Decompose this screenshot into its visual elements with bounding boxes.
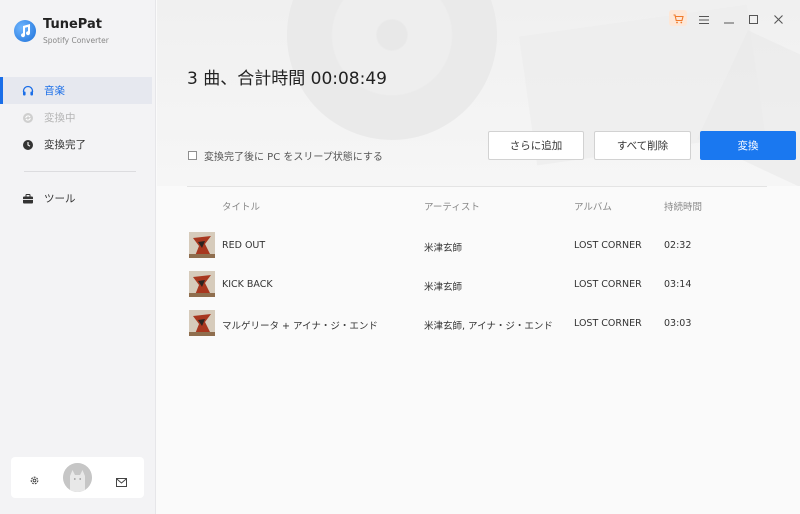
- sidebar-nav: 音楽 変換中 変換完了 ツール: [0, 77, 156, 212]
- minimize-button[interactable]: [722, 10, 736, 26]
- page-title: 3 曲、合計時間 00:08:49: [187, 69, 387, 89]
- table-row[interactable]: RED OUT 米津玄師 LOST CORNER 02:32: [157, 232, 800, 258]
- sidebar-divider: [24, 171, 136, 172]
- mail-icon[interactable]: [116, 472, 127, 491]
- sidebar-item-label: ツール: [44, 193, 76, 205]
- track-album: LOST CORNER: [574, 240, 642, 251]
- headphones-icon: [22, 85, 34, 97]
- brand: TunePat Spotify Converter: [14, 16, 144, 48]
- track-title: マルゲリータ + アイナ・ジ・エンド: [222, 321, 378, 332]
- sidebar-item-label: 音楽: [44, 85, 65, 97]
- app-subtitle: Spotify Converter: [43, 36, 109, 45]
- sleep-after-convert-option[interactable]: 変換完了後に PC をスリープ状態にする: [188, 148, 383, 163]
- column-header-title[interactable]: タイトル: [222, 199, 260, 213]
- clock-icon: [22, 139, 34, 151]
- gear-icon[interactable]: [29, 471, 40, 490]
- track-title: RED OUT: [222, 240, 266, 251]
- maximize-icon: [748, 9, 758, 28]
- table-row[interactable]: KICK BACK 米津玄師 LOST CORNER 03:14: [157, 271, 800, 297]
- sidebar-item-converting[interactable]: 変換中: [0, 104, 152, 131]
- hamburger-icon: [699, 9, 709, 28]
- add-more-button[interactable]: さらに追加: [488, 131, 584, 160]
- convert-button[interactable]: 変換: [700, 131, 796, 160]
- track-duration: 03:14: [664, 279, 692, 290]
- maximize-button[interactable]: [746, 10, 760, 26]
- track-duration: 02:32: [664, 240, 692, 251]
- sidebar-item-label: 変換中: [44, 112, 76, 124]
- track-album: LOST CORNER: [574, 318, 642, 329]
- account-panel: [11, 457, 144, 498]
- menu-button[interactable]: [697, 10, 711, 26]
- table-row[interactable]: マルゲリータ + アイナ・ジ・エンド 米津玄師, アイナ・ジ・エンド LOST …: [157, 310, 800, 336]
- track-duration: 03:03: [664, 318, 692, 329]
- cart-icon: [673, 9, 684, 28]
- sidebar: TunePat Spotify Converter 音楽 変換中 変換完了 ツー…: [0, 0, 156, 514]
- minimize-icon: [724, 9, 734, 28]
- converting-icon: [22, 112, 34, 124]
- sidebar-item-label: 変換完了: [44, 139, 86, 151]
- close-icon: [773, 9, 783, 28]
- avatar[interactable]: [63, 463, 92, 492]
- column-header-album[interactable]: アルバム: [574, 199, 612, 213]
- column-header-duration[interactable]: 持続時間: [664, 199, 702, 213]
- sleep-option-label: 変換完了後に PC をスリープ状態にする: [204, 152, 383, 163]
- track-artist: 米津玄師: [424, 282, 463, 293]
- album-art-thumbnail: [189, 310, 215, 336]
- main-panel: 3 曲、合計時間 00:08:49 変換完了後に PC をスリープ状態にする さ…: [157, 0, 800, 514]
- header-divider: [187, 186, 767, 187]
- album-art-thumbnail: [189, 271, 215, 297]
- album-art-thumbnail: [189, 232, 215, 258]
- toolbox-icon: [22, 193, 34, 205]
- track-artist: 米津玄師, アイナ・ジ・エンド: [424, 321, 553, 332]
- column-header-artist[interactable]: アーティスト: [424, 199, 480, 213]
- store-cart-button[interactable]: [669, 10, 687, 26]
- table-header: タイトル アーティスト アルバム 持続時間: [157, 199, 800, 213]
- delete-all-button[interactable]: すべて削除: [594, 131, 691, 160]
- sidebar-item-music[interactable]: 音楽: [0, 77, 152, 104]
- track-album: LOST CORNER: [574, 279, 642, 290]
- track-title: KICK BACK: [222, 279, 273, 290]
- close-button[interactable]: [771, 10, 785, 26]
- sleep-checkbox[interactable]: [188, 151, 197, 160]
- tunepat-logo-icon: [14, 20, 36, 42]
- app-name: TunePat: [43, 17, 102, 32]
- track-artist: 米津玄師: [424, 243, 463, 254]
- sidebar-item-tools[interactable]: ツール: [0, 185, 152, 212]
- sidebar-item-converted[interactable]: 変換完了: [0, 131, 152, 158]
